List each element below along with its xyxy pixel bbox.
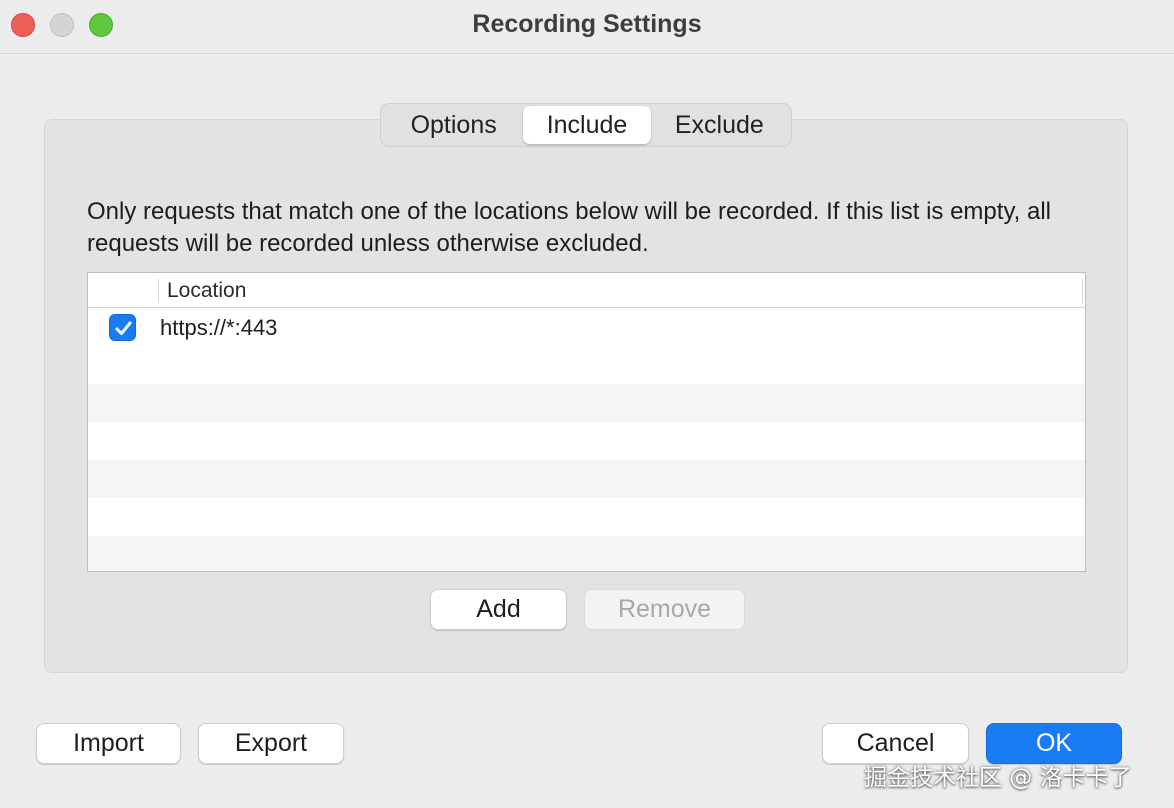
location-cell[interactable]: https://*:443 (160, 315, 277, 341)
tab-exclude[interactable]: Exclude (651, 106, 788, 144)
tab-include[interactable]: Include (523, 106, 651, 144)
empty-row (88, 460, 1085, 498)
column-divider[interactable] (158, 279, 159, 303)
table-header: Location (88, 273, 1085, 308)
remove-button[interactable]: Remove (584, 589, 745, 630)
empty-row (88, 498, 1085, 536)
checkmark-icon (115, 321, 132, 335)
watermark-text: 掘金技术社区 @ 洛卡卡了 (864, 765, 1132, 791)
empty-row (88, 384, 1085, 422)
location-enabled-checkbox[interactable] (109, 314, 136, 341)
tab-bar: Options Include Exclude (380, 103, 792, 147)
column-divider (1082, 279, 1083, 303)
import-button[interactable]: Import (36, 723, 181, 764)
add-button[interactable]: Add (430, 589, 567, 630)
empty-row (88, 346, 1085, 384)
column-header-location[interactable]: Location (167, 279, 246, 303)
title-bar: Recording Settings (0, 0, 1174, 54)
empty-row (88, 536, 1085, 571)
recording-settings-window: Recording Settings Options Include Exclu… (0, 0, 1174, 808)
locations-table[interactable]: Location https://*:443 (87, 272, 1086, 572)
table-row[interactable]: https://*:443 (88, 308, 1085, 346)
table-rows: https://*:443 (88, 308, 1085, 571)
export-button[interactable]: Export (198, 723, 344, 764)
window-title: Recording Settings (472, 10, 702, 38)
empty-row (88, 422, 1085, 460)
tab-options[interactable]: Options (384, 106, 523, 144)
include-description: Only requests that match one of the loca… (87, 198, 1052, 257)
